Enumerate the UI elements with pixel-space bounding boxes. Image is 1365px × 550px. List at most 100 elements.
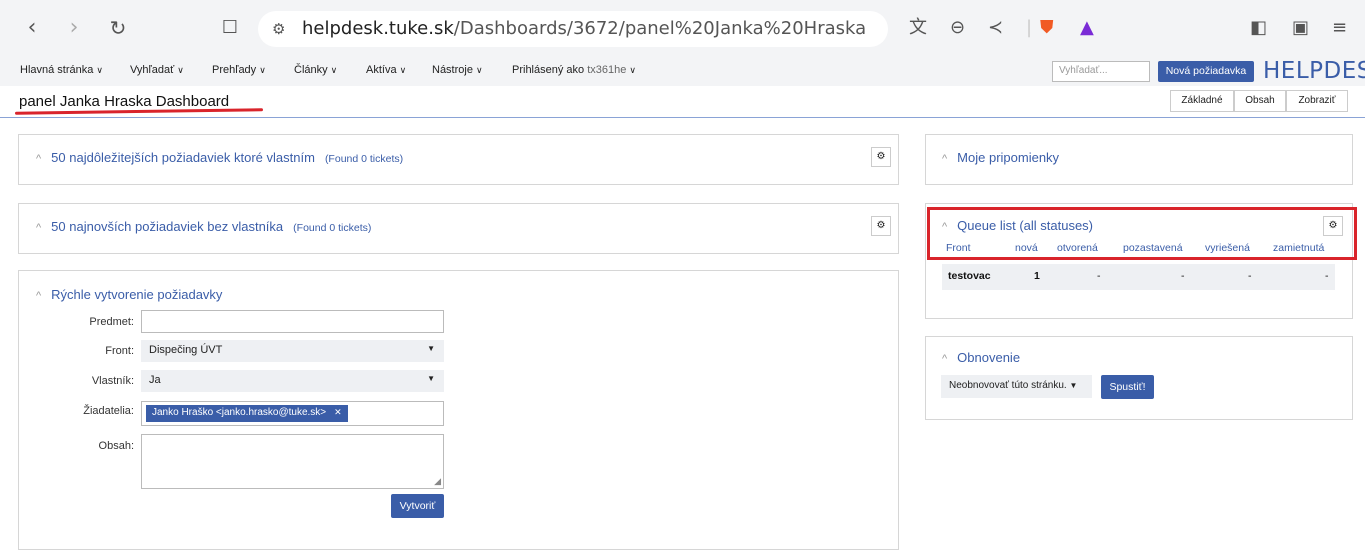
quick-create-title[interactable]: ^ Rýchle vytvorenie požiadavky (36, 287, 222, 302)
menu-icon[interactable]: ≡ (1332, 16, 1347, 40)
page-title: panel Janka Hraska Dashboard (19, 93, 230, 110)
menu-tools[interactable]: Nástroje ∨ (432, 64, 483, 76)
run-button[interactable]: Spustiť! (1101, 375, 1154, 399)
queue-resolved-count: - (1248, 270, 1252, 282)
menu-assets[interactable]: Aktíva ∨ (366, 64, 406, 76)
reminders-label: Moje pripomienky (957, 150, 1060, 165)
menu-tools-label: Nástroje (432, 64, 473, 76)
username: tx361he (587, 64, 627, 76)
helpdesk-logo[interactable]: HELPDESK (1263, 58, 1365, 84)
basic-button[interactable]: Základné (1170, 90, 1234, 112)
bookmark-icon[interactable]: ☐ (216, 14, 244, 42)
site-info-icon[interactable]: ⚙ (272, 20, 285, 38)
subject-label: Predmet: (89, 316, 134, 328)
chevron-down-icon: ∨ (475, 65, 483, 75)
menu-assets-label: Aktíva (366, 64, 397, 76)
content-label: Obsah: (98, 440, 134, 452)
menu-logged-in[interactable]: Prihlásený ako tx361he ∨ (512, 64, 636, 76)
dropdown-arrow-icon: ▼ (427, 344, 435, 353)
refresh-title[interactable]: ^ Obnovenie (942, 350, 1020, 365)
toolbar-divider: | (1026, 17, 1033, 38)
chevron-down-icon: ∨ (330, 65, 338, 75)
collapse-icon[interactable]: ^ (36, 222, 41, 234)
requestors-label: Žiadatelia: (83, 405, 134, 417)
owned-tickets-label: 50 najdôležitejších požiadaviek ktoré vl… (51, 150, 315, 165)
dropdown-arrow-icon: ▼ (1069, 381, 1078, 390)
logged-in-prefix: Prihlásený ako (512, 64, 585, 76)
brave-rewards-icon[interactable]: ▲ (1080, 16, 1094, 40)
content-button[interactable]: Obsah (1234, 90, 1286, 112)
chevron-down-icon: ∨ (96, 65, 103, 75)
queue-new-count[interactable]: 1 (1034, 270, 1040, 282)
collapse-icon[interactable]: ^ (942, 353, 947, 365)
gear-icon[interactable]: ⚙ (871, 147, 891, 167)
reminders-title[interactable]: ^ Moje pripomienky (942, 150, 1059, 165)
app-menubar: Hlavná stránka ∨ Vyhľadať ∨ Prehľady ∨ Člán… (0, 58, 1365, 86)
chevron-down-icon: ∨ (177, 65, 184, 75)
view-button[interactable]: Zobraziť (1286, 90, 1348, 112)
menu-home-label: Hlavná stránka (20, 64, 94, 76)
quick-create-label: Rýchle vytvorenie požiadavky (51, 287, 223, 302)
unowned-found-count: (Found 0 tickets) (293, 222, 372, 234)
owner-label: Vlastník: (91, 375, 134, 387)
requestor-tag[interactable]: Janko Hraško <janko.hrasko@tuke.sk> ✕ (146, 405, 348, 422)
url-text[interactable]: helpdesk.tuke.sk/Dashboards/3672/panel%2… (302, 18, 866, 39)
queue-stalled-count: - (1181, 270, 1185, 282)
menu-reports[interactable]: Prehľady ∨ (212, 64, 266, 76)
refresh-label: Obnovenie (957, 350, 1021, 365)
translate-icon[interactable]: 文 (909, 16, 927, 40)
zoom-out-icon[interactable]: ⊖ (950, 16, 965, 40)
forward-icon[interactable]: › (60, 14, 88, 42)
collapse-icon[interactable]: ^ (942, 153, 947, 165)
url-path: /Dashboards/3672/panel%20Janka%20Hraska (453, 18, 867, 39)
sidebar-icon[interactable]: ◧ (1250, 16, 1267, 40)
refresh-interval-value: Neobnovovať túto stránku. (949, 380, 1067, 391)
annotation-highlight-box (927, 207, 1357, 260)
resize-handle-icon[interactable]: ◢ (434, 476, 441, 487)
queue-label: Front: (105, 345, 134, 357)
owned-tickets-title[interactable]: ^ 50 najdôležitejších požiadaviek ktoré v… (36, 150, 403, 165)
queue-open-count: - (1097, 270, 1101, 282)
chevron-down-icon: ∨ (399, 65, 407, 75)
menu-articles[interactable]: Články ∨ (294, 64, 337, 76)
collapse-icon[interactable]: ^ (36, 290, 41, 302)
dropdown-arrow-icon: ▼ (427, 374, 435, 383)
queue-rejected-count: - (1325, 270, 1329, 282)
menu-articles-label: Články (294, 64, 328, 76)
collapse-icon[interactable]: ^ (36, 153, 41, 165)
table-row (942, 264, 1335, 290)
create-button[interactable]: Vytvoriť (391, 494, 444, 518)
queue-name-link[interactable]: testovac (948, 270, 991, 282)
queue-select[interactable]: Dispečing ÚVT ▼ (141, 340, 444, 362)
share-icon[interactable]: ≺ (988, 16, 1003, 40)
unowned-tickets-label: 50 najnovších požiadaviek bez vlastníka (51, 219, 284, 234)
page-header: panel Janka Hraska Dashboard (0, 86, 1365, 118)
wallet-icon[interactable]: ▣ (1292, 16, 1309, 40)
chevron-down-icon: ∨ (629, 65, 636, 75)
content-textarea[interactable]: ◢ (141, 434, 444, 489)
reload-icon[interactable]: ↻ (104, 14, 132, 42)
new-request-button[interactable]: Nová požiadavka (1158, 61, 1254, 82)
remove-tag-icon[interactable]: ✕ (334, 407, 342, 417)
requestors-field[interactable]: Janko Hraško <janko.hrasko@tuke.sk> ✕ (141, 401, 444, 426)
requestor-tag-label: Janko Hraško <janko.hrasko@tuke.sk> (152, 407, 327, 418)
gear-icon[interactable]: ⚙ (871, 216, 891, 236)
owner-select[interactable]: Ja ▼ (141, 370, 444, 392)
menu-search-label: Vyhľadať (130, 64, 175, 76)
queue-value: Dispečing ÚVT (149, 344, 223, 356)
refresh-interval-select[interactable]: Neobnovovať túto stránku. ▼ (941, 375, 1092, 398)
address-bar[interactable]: ⚙ helpdesk.tuke.sk/Dashboards/3672/panel… (258, 11, 888, 47)
menu-search[interactable]: Vyhľadať ∨ (130, 64, 184, 76)
menu-home[interactable]: Hlavná stránka ∨ (20, 64, 103, 76)
url-domain: helpdesk.tuke.sk (302, 18, 454, 39)
chevron-down-icon: ∨ (259, 65, 266, 75)
owner-value: Ja (149, 374, 161, 386)
back-icon[interactable]: ‹ (18, 14, 46, 42)
browser-toolbar: ‹ › ↻ ☐ ⚙ helpdesk.tuke.sk/Dashboards/36… (0, 0, 1365, 58)
subject-field[interactable] (141, 310, 444, 333)
unowned-tickets-title[interactable]: ^ 50 najnovších požiadaviek bez vlastníka… (36, 219, 371, 234)
menu-reports-label: Prehľady (212, 64, 257, 76)
owned-found-count: (Found 0 tickets) (324, 153, 404, 165)
search-input[interactable]: Vyhľadať... (1052, 61, 1150, 82)
brave-shield-icon[interactable]: ⛊ (1040, 16, 1054, 40)
